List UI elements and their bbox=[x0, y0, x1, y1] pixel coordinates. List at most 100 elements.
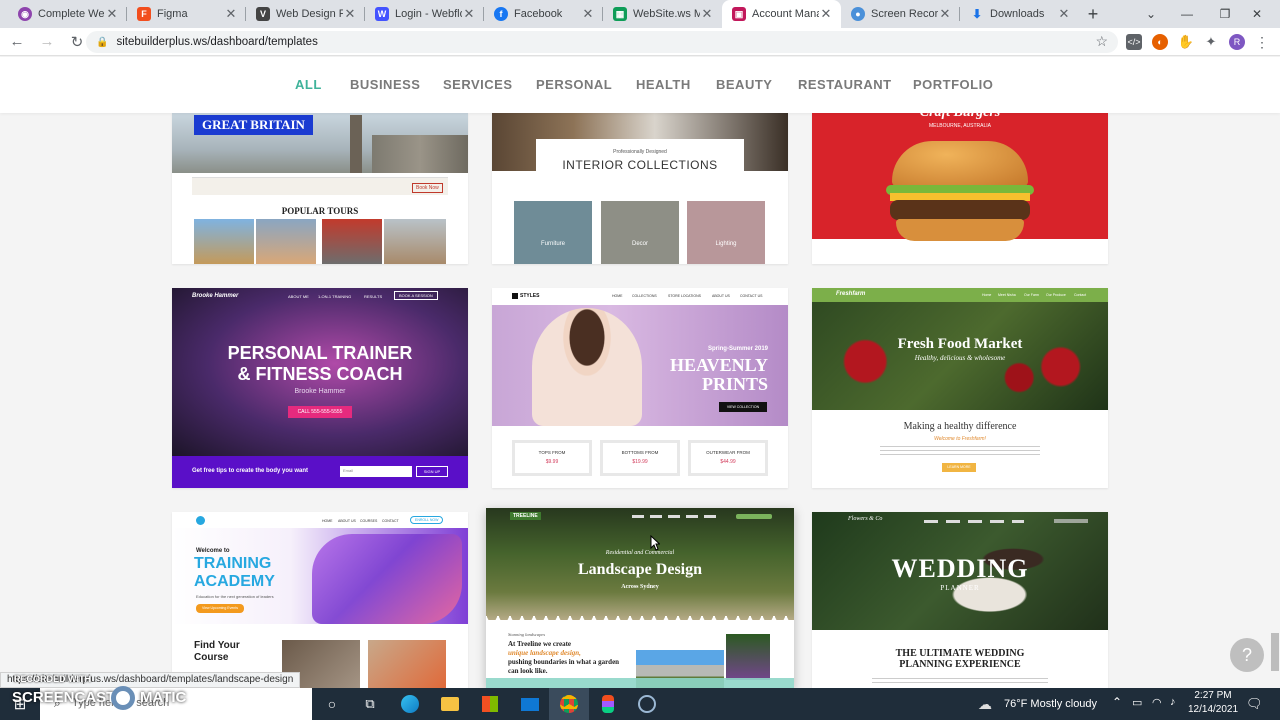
browser-tab[interactable]: V Web Design Re ✕ bbox=[246, 0, 365, 28]
phone-link[interactable] bbox=[736, 514, 772, 519]
browser-tab[interactable]: ● Screen Recorde ✕ bbox=[841, 0, 960, 28]
template-fresh-food-market[interactable]: Freshfarm Home Meet Nisha Our Farm Our P… bbox=[812, 288, 1108, 488]
close-icon[interactable]: ✕ bbox=[105, 6, 119, 22]
nav-about[interactable]: ABOUT US bbox=[712, 294, 730, 298]
category-tile-lighting[interactable] bbox=[687, 201, 765, 264]
clock-date[interactable]: 12/14/2021 bbox=[1188, 704, 1238, 715]
clock-time[interactable]: 2:27 PM bbox=[1190, 690, 1236, 701]
category-portfolio[interactable]: PORTFOLIO bbox=[913, 77, 993, 92]
bookmark-star-icon[interactable]: ☆ bbox=[1095, 33, 1108, 50]
template-personal-trainer[interactable]: Brooke Hammer ABOUT ME 1-ON-1 TRAINING R… bbox=[172, 288, 468, 488]
close-icon[interactable]: ✕ bbox=[700, 6, 714, 22]
volume-icon[interactable]: ♪ bbox=[1170, 696, 1176, 708]
browser-tab[interactable]: F Figma ✕ bbox=[127, 0, 246, 28]
cortana-icon[interactable]: ○ bbox=[322, 694, 342, 714]
tray-device-icon[interactable]: ▭ bbox=[1132, 696, 1142, 709]
academy-nav-courses[interactable]: COURSES bbox=[360, 519, 377, 523]
code-extension-icon[interactable]: </> bbox=[1126, 34, 1142, 50]
food-nav-contact[interactable]: Contact bbox=[1074, 293, 1086, 297]
price-box-bottoms[interactable] bbox=[600, 440, 680, 476]
book-session-button[interactable]: BOOK A SESSION bbox=[394, 291, 438, 300]
view-collection-button[interactable]: VIEW COLLECTION bbox=[719, 402, 767, 412]
close-icon[interactable]: ✕ bbox=[581, 6, 595, 22]
forward-button[interactable]: → bbox=[34, 29, 60, 55]
browser-tab[interactable]: ▦ WebSite.ws Me ✕ bbox=[603, 0, 722, 28]
figma-taskbar-icon[interactable] bbox=[598, 694, 618, 714]
mail-icon[interactable] bbox=[520, 694, 540, 714]
close-icon[interactable]: ✕ bbox=[462, 6, 476, 22]
browser-tab[interactable]: ◉ Complete Web ✕ bbox=[8, 0, 127, 28]
browser-tab-active[interactable]: ▣ Account Manag ✕ bbox=[722, 0, 841, 28]
nav-contact[interactable]: CONTACT US bbox=[740, 294, 762, 298]
template-wedding-planner[interactable]: Flowers & Co WEDDING PLANNER THE ULTIMAT… bbox=[812, 512, 1108, 688]
food-nav-farm[interactable]: Our Farm bbox=[1024, 293, 1039, 297]
firefox-extension-icon[interactable]: ◐ bbox=[1152, 34, 1168, 50]
academy-nav-home[interactable]: HOME bbox=[322, 519, 333, 523]
close-icon[interactable]: ✕ bbox=[1057, 6, 1071, 22]
call-button[interactable]: CALL 555-555-5555 bbox=[288, 406, 352, 418]
back-button[interactable]: ← bbox=[4, 29, 30, 55]
help-button[interactable]: ? bbox=[1230, 638, 1264, 672]
browser-tab[interactable]: f Facebook ✕ bbox=[484, 0, 603, 28]
scrollbar-thumb[interactable] bbox=[1271, 633, 1279, 671]
chrome-icon[interactable] bbox=[559, 694, 579, 714]
price-box-outerwear[interactable] bbox=[688, 440, 768, 476]
menu-dots-icon[interactable]: ⋮ bbox=[1254, 34, 1270, 50]
notification-icon[interactable]: 🗨 bbox=[1246, 696, 1263, 712]
email-input[interactable]: Email bbox=[340, 466, 412, 477]
store-icon[interactable] bbox=[480, 694, 500, 714]
category-beauty[interactable]: BEAUTY bbox=[716, 77, 772, 92]
nav-results[interactable]: RESULTS bbox=[364, 294, 382, 299]
nav-training[interactable]: 1-ON-1 TRAINING bbox=[318, 294, 351, 299]
close-window-button[interactable]: ✕ bbox=[1234, 0, 1280, 28]
puzzle-extension-icon[interactable]: ✋ bbox=[1178, 34, 1194, 50]
category-health[interactable]: HEALTH bbox=[636, 77, 691, 92]
nav-collections[interactable]: COLLECTIONS bbox=[632, 294, 657, 298]
category-tile-decor[interactable] bbox=[601, 201, 679, 264]
nav-about[interactable]: ABOUT ME bbox=[288, 294, 309, 299]
price-box-tops[interactable] bbox=[512, 440, 592, 476]
upcoming-events-button[interactable]: View Upcoming Events bbox=[196, 604, 244, 613]
new-tab-button[interactable]: + bbox=[1079, 0, 1107, 28]
academy-nav-contact[interactable]: CONTACT bbox=[382, 519, 399, 523]
close-icon[interactable]: ✕ bbox=[343, 6, 357, 22]
template-craft-burgers[interactable]: Craft Burgers MELBOURNE, AUSTRALIA bbox=[812, 113, 1108, 264]
learn-more-button[interactable]: LEARN MORE bbox=[942, 463, 976, 472]
close-icon[interactable]: ✕ bbox=[938, 6, 952, 22]
category-all[interactable]: ALL bbox=[295, 77, 322, 92]
food-nav-produce[interactable]: Our Produce bbox=[1046, 293, 1066, 297]
edge-icon[interactable] bbox=[400, 694, 420, 714]
nav-home[interactable]: HOME bbox=[612, 294, 623, 298]
task-view-icon[interactable]: ⧉ bbox=[360, 694, 380, 714]
template-heavenly-prints[interactable]: STYLES HOME COLLECTIONS STORE LOCATIONS … bbox=[492, 288, 788, 488]
network-icon[interactable]: ◠ bbox=[1152, 696, 1162, 709]
template-landscape-design[interactable]: TREELINE Residential and Commercial Land… bbox=[486, 508, 794, 688]
template-training-academy[interactable]: HOME ABOUT US COURSES CONTACT ENROLL NOW… bbox=[172, 512, 468, 688]
nav-stores[interactable]: STORE LOCATIONS bbox=[668, 294, 701, 298]
close-icon[interactable]: ✕ bbox=[224, 6, 238, 22]
address-bar[interactable]: 🔒 sitebuilderplus.ws/dashboard/templates… bbox=[86, 31, 1118, 53]
food-nav-meet[interactable]: Meet Nisha bbox=[998, 293, 1016, 297]
category-personal[interactable]: PERSONAL bbox=[536, 77, 612, 92]
category-restaurant[interactable]: RESTAURANT bbox=[798, 77, 892, 92]
browser-tab[interactable]: W Login - Webflo ✕ bbox=[365, 0, 484, 28]
screen-recorder-icon[interactable] bbox=[637, 694, 657, 714]
book-now-button[interactable]: Book Now bbox=[412, 183, 443, 193]
enroll-button[interactable]: ENROLL NOW bbox=[410, 516, 444, 524]
category-services[interactable]: SERVICES bbox=[443, 77, 513, 92]
template-interior[interactable]: Professionally Designed INTERIOR COLLECT… bbox=[492, 113, 788, 264]
tray-chevron-icon[interactable]: ⌃ bbox=[1112, 695, 1122, 709]
weather-text[interactable]: 76°F Mostly cloudy bbox=[1004, 698, 1097, 710]
template-great-britain[interactable]: GREAT BRITAIN Book Now POPULAR TOURS bbox=[172, 113, 468, 264]
file-explorer-icon[interactable] bbox=[440, 694, 460, 714]
category-business[interactable]: BUSINESS bbox=[350, 77, 420, 92]
browser-tab[interactable]: ⬇ Downloads ✕ bbox=[960, 0, 1079, 28]
close-icon[interactable]: ✕ bbox=[819, 6, 833, 22]
academy-nav-about[interactable]: ABOUT US bbox=[338, 519, 356, 523]
profile-avatar[interactable]: R bbox=[1229, 34, 1245, 50]
extensions-icon[interactable]: ✦ bbox=[1203, 34, 1219, 50]
category-tile-furniture[interactable] bbox=[514, 201, 592, 264]
signup-button[interactable]: SIGN UP bbox=[416, 466, 448, 477]
wedding-phone[interactable] bbox=[1054, 519, 1088, 523]
food-nav-home[interactable]: Home bbox=[982, 293, 991, 297]
